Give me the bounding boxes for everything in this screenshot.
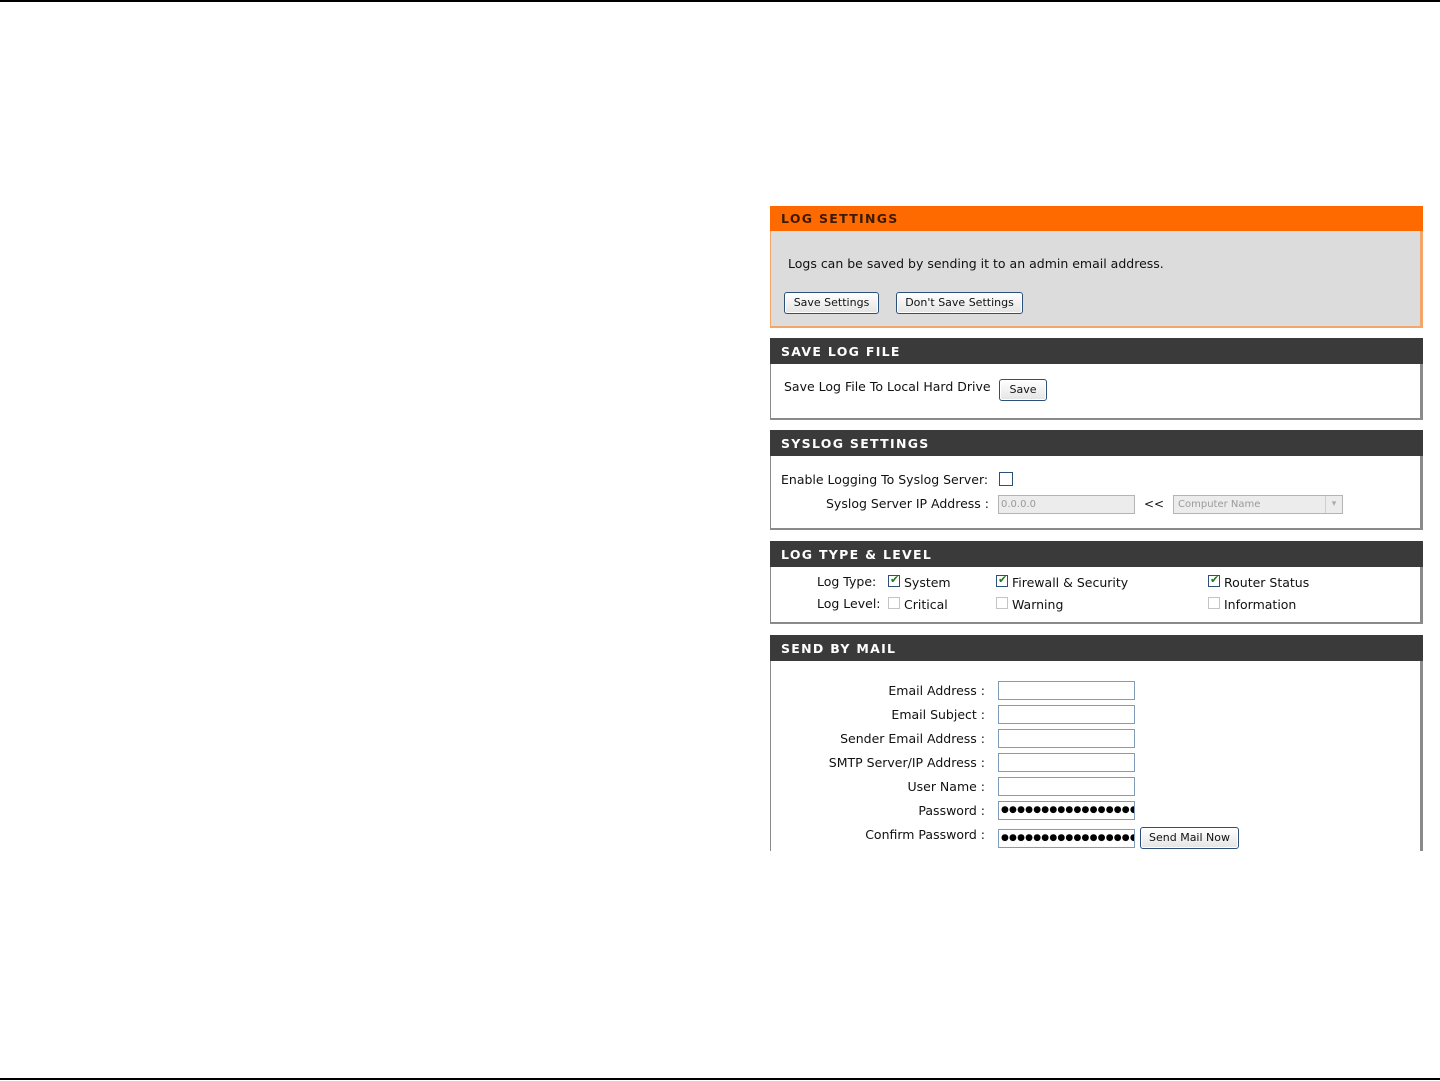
syslog-settings-title: SYSLOG SETTINGS — [770, 430, 1423, 456]
log-type-router-status-label: Router Status — [1224, 575, 1310, 590]
send-by-mail-title: SEND BY MAIL — [770, 635, 1423, 661]
user-name-input[interactable] — [998, 777, 1135, 796]
confirm-password-input[interactable]: ●●●●●●●●●●●●●●●●●● — [998, 829, 1135, 848]
check-icon: ✔ — [998, 573, 1008, 586]
log-level-information-checkbox[interactable] — [1208, 597, 1220, 609]
save-log-file-body: Save Log File To Local Hard Drive Save — [770, 364, 1423, 420]
log-level-information-label: Information — [1224, 597, 1297, 612]
log-type-level-panel: LOG TYPE & LEVEL Log Type: Log Level: ✔ … — [770, 541, 1423, 624]
computer-name-value: Computer Name — [1178, 499, 1261, 510]
log-type-firewall-checkbox[interactable]: ✔ — [996, 573, 1008, 587]
syslog-ip-input[interactable]: 0.0.0.0 — [998, 495, 1135, 514]
email-address-label: Email Address : — [888, 683, 985, 698]
send-by-mail-panel: SEND BY MAIL Email Address : Email Subje… — [770, 635, 1423, 851]
log-type-system-checkbox[interactable]: ✔ — [888, 573, 900, 587]
email-address-input[interactable] — [998, 681, 1135, 700]
computer-name-select[interactable]: Computer Name ▾ — [1173, 495, 1343, 514]
save-log-file-title: SAVE LOG FILE — [770, 338, 1423, 364]
log-level-label: Log Level: — [817, 596, 881, 611]
dont-save-settings-button[interactable]: Don't Save Settings — [896, 292, 1023, 314]
log-type-firewall-label: Firewall & Security — [1012, 575, 1129, 590]
save-log-button[interactable]: Save — [999, 379, 1047, 401]
save-log-file-label: Save Log File To Local Hard Drive — [784, 379, 991, 394]
log-level-critical-checkbox[interactable] — [888, 597, 900, 609]
log-settings-title: LOG SETTINGS — [770, 206, 1423, 231]
password-label: Password : — [918, 803, 985, 818]
sender-email-label: Sender Email Address : — [840, 731, 985, 746]
syslog-arrow-button[interactable]: << — [1144, 497, 1164, 511]
check-icon: ✔ — [1210, 573, 1220, 586]
send-mail-now-button[interactable]: Send Mail Now — [1140, 827, 1239, 849]
sender-email-input[interactable] — [998, 729, 1135, 748]
top-rule — [0, 0, 1440, 2]
log-settings-description: Logs can be saved by sending it to an ad… — [788, 256, 1164, 271]
smtp-server-input[interactable] — [998, 753, 1135, 772]
log-settings-panel: LOG SETTINGS Logs can be saved by sendin… — [770, 206, 1423, 328]
save-log-file-panel: SAVE LOG FILE Save Log File To Local Har… — [770, 338, 1423, 420]
log-level-warning-label: Warning — [1012, 597, 1064, 612]
syslog-ip-label: Syslog Server IP Address : — [826, 496, 990, 511]
send-by-mail-body: Email Address : Email Subject : Sender E… — [770, 661, 1423, 851]
log-type-label: Log Type: — [817, 574, 877, 589]
enable-syslog-label: Enable Logging To Syslog Server: — [781, 472, 989, 487]
save-settings-button[interactable]: Save Settings — [784, 292, 879, 314]
password-input[interactable]: ●●●●●●●●●●●●●●●●●● — [998, 801, 1135, 820]
user-name-label: User Name : — [907, 779, 985, 794]
email-subject-input[interactable] — [998, 705, 1135, 724]
log-level-critical-label: Critical — [904, 597, 948, 612]
syslog-settings-panel: SYSLOG SETTINGS Enable Logging To Syslog… — [770, 430, 1423, 530]
confirm-password-label: Confirm Password : — [865, 827, 985, 842]
log-settings-body: Logs can be saved by sending it to an ad… — [770, 231, 1423, 328]
smtp-server-label: SMTP Server/IP Address : — [828, 755, 985, 770]
bottom-rule — [0, 1078, 1440, 1080]
log-type-level-title: LOG TYPE & LEVEL — [770, 541, 1423, 567]
log-level-warning-checkbox[interactable] — [996, 597, 1008, 609]
log-type-system-label: System — [904, 575, 951, 590]
chevron-down-icon: ▾ — [1325, 496, 1342, 513]
syslog-settings-body: Enable Logging To Syslog Server: Syslog … — [770, 456, 1423, 530]
enable-syslog-checkbox[interactable] — [999, 472, 1013, 486]
email-subject-label: Email Subject : — [891, 707, 985, 722]
log-type-router-status-checkbox[interactable]: ✔ — [1208, 573, 1220, 587]
check-icon: ✔ — [890, 573, 900, 586]
log-type-level-body: Log Type: Log Level: ✔ System ✔ Firewall… — [770, 567, 1423, 624]
